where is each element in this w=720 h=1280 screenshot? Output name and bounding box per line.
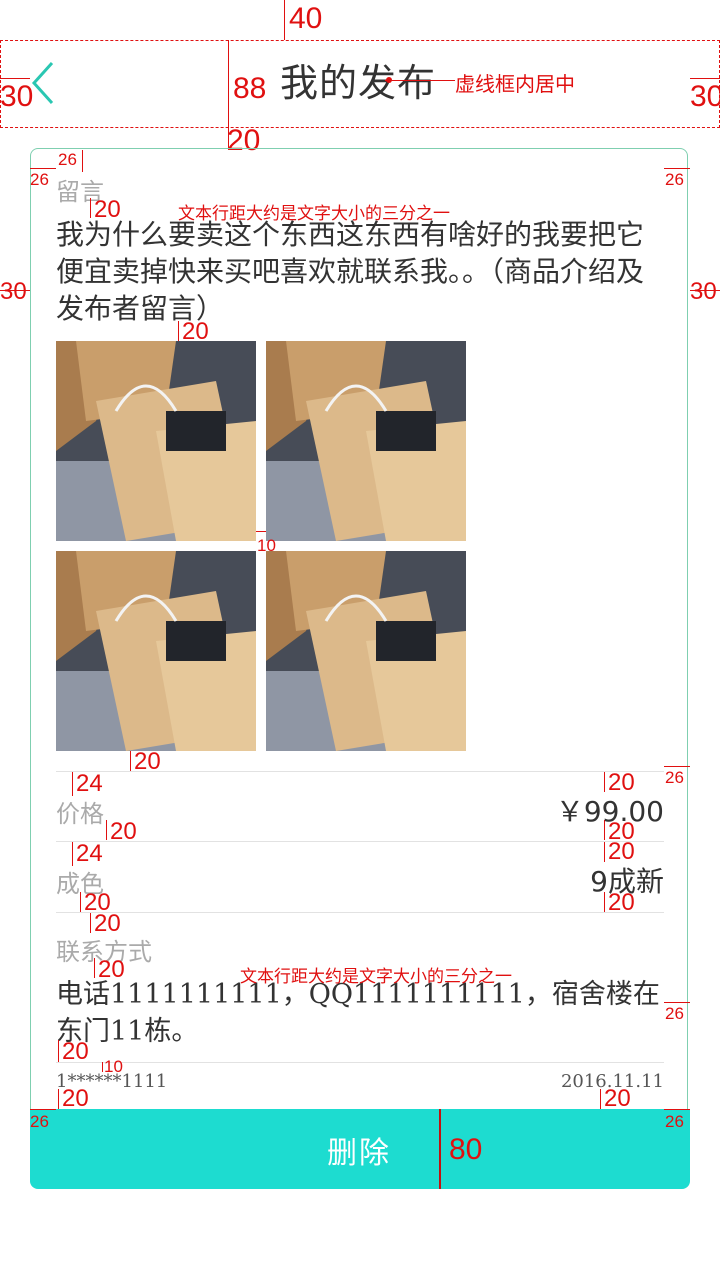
- anno-line: [90, 198, 91, 218]
- note-spacing-1: 文本行距大约是文字大小的三分之一: [178, 204, 450, 223]
- anno-20-price-right: 20: [608, 769, 635, 796]
- photo-image: [266, 341, 466, 541]
- anno-26-bottom-left: 26: [30, 1112, 49, 1131]
- anno-line: [94, 958, 95, 978]
- anno-26-bottom-right: 26: [665, 1112, 684, 1131]
- anno-line: [284, 0, 285, 40]
- anno-26-top: 26: [58, 150, 77, 169]
- anno-line: [600, 1089, 601, 1109]
- anno-26-left: 26: [30, 170, 49, 189]
- photo-image: [56, 551, 256, 751]
- product-photo[interactable]: [56, 551, 256, 751]
- anno-line: [604, 892, 605, 912]
- anno-20-price-bottom: 20: [110, 818, 137, 845]
- anno-line: [690, 78, 720, 79]
- anno-20-contact-bottom: 20: [98, 956, 125, 983]
- anno-30-left: 30: [0, 80, 34, 113]
- anno-line: [30, 168, 56, 169]
- product-photo[interactable]: [56, 341, 256, 541]
- anno-30-mid-left: 30: [0, 278, 27, 305]
- anno-line: [604, 842, 605, 862]
- anno-20-footer: 20: [62, 1038, 89, 1065]
- delete-button-label: 删除: [327, 1136, 391, 1171]
- anno-line: [106, 820, 107, 840]
- anno-line: [604, 772, 605, 792]
- anno-line: [58, 1089, 59, 1109]
- anno-24-price: 24: [76, 770, 103, 797]
- anno-line: [102, 1062, 103, 1072]
- header-note: 虚线框内居中: [455, 74, 575, 96]
- anno-line: [256, 531, 266, 532]
- note-spacing-2: 文本行距大约是文字大小的三分之一: [240, 967, 512, 986]
- product-photo[interactable]: [266, 551, 466, 751]
- divider: [56, 912, 664, 913]
- anno-20-cond-right: 20: [608, 838, 635, 865]
- anno-line: [664, 766, 690, 767]
- anno-20-img-bottom: 20: [134, 748, 161, 775]
- photo-image: [266, 551, 466, 751]
- anno-line: [178, 321, 179, 341]
- anno-20-footer-right-bottom: 20: [604, 1085, 631, 1112]
- anno-line: [664, 1002, 690, 1003]
- chevron-left-icon[interactable]: [30, 60, 56, 106]
- photo-image: [56, 341, 256, 541]
- anno-24-cond: 24: [76, 840, 103, 867]
- anno-line: [439, 1109, 441, 1189]
- anno-line: [72, 772, 73, 796]
- anno-line: [82, 150, 83, 172]
- anno-line: [664, 1109, 690, 1110]
- page-title: 我的发布: [280, 61, 437, 105]
- anno-20-msg: 20: [94, 196, 121, 223]
- anno-line: [80, 892, 81, 912]
- anno-line: [664, 168, 690, 169]
- anno-line: [90, 913, 91, 933]
- product-photo[interactable]: [266, 341, 466, 541]
- anno-30-mid-right: 30: [690, 278, 717, 305]
- price-label: 价格: [56, 800, 104, 828]
- contact-text: 电话1111111111，QQ1111111111，宿舍楼在东门11栋。: [56, 979, 660, 1047]
- anno-30-right: 30: [690, 80, 720, 113]
- anno-80: 80: [449, 1133, 483, 1166]
- anno-line: [58, 1040, 59, 1062]
- anno-line: [0, 78, 30, 79]
- anno-line: [30, 1109, 56, 1110]
- anno-20-contact-top: 20: [94, 910, 121, 937]
- anno-26-contact: 26: [665, 1004, 684, 1023]
- note-leader-line: [385, 80, 455, 81]
- divider: [56, 1062, 664, 1063]
- center-dot: [386, 77, 392, 83]
- anno-line: [130, 751, 131, 771]
- anno-26-price: 26: [665, 768, 684, 787]
- anno-88: 88: [233, 72, 267, 105]
- anno-line: [72, 842, 73, 866]
- anno-20-cond-right-bottom: 20: [608, 889, 635, 916]
- anno-line: [604, 820, 605, 840]
- message-text: 我为什么要卖这个东西这东西有啥好的我要把它便宜卖掉快来买吧喜欢就联系我。。（商品…: [56, 218, 645, 325]
- divider: [56, 841, 664, 842]
- anno-40: 40: [289, 2, 323, 35]
- anno-26-right: 26: [665, 170, 684, 189]
- anno-20-img: 20: [182, 318, 209, 345]
- anno-10-footer: 10: [104, 1057, 123, 1076]
- anno-10-img: 10: [257, 536, 276, 555]
- anno-20-footer-bottom: 20: [62, 1085, 89, 1112]
